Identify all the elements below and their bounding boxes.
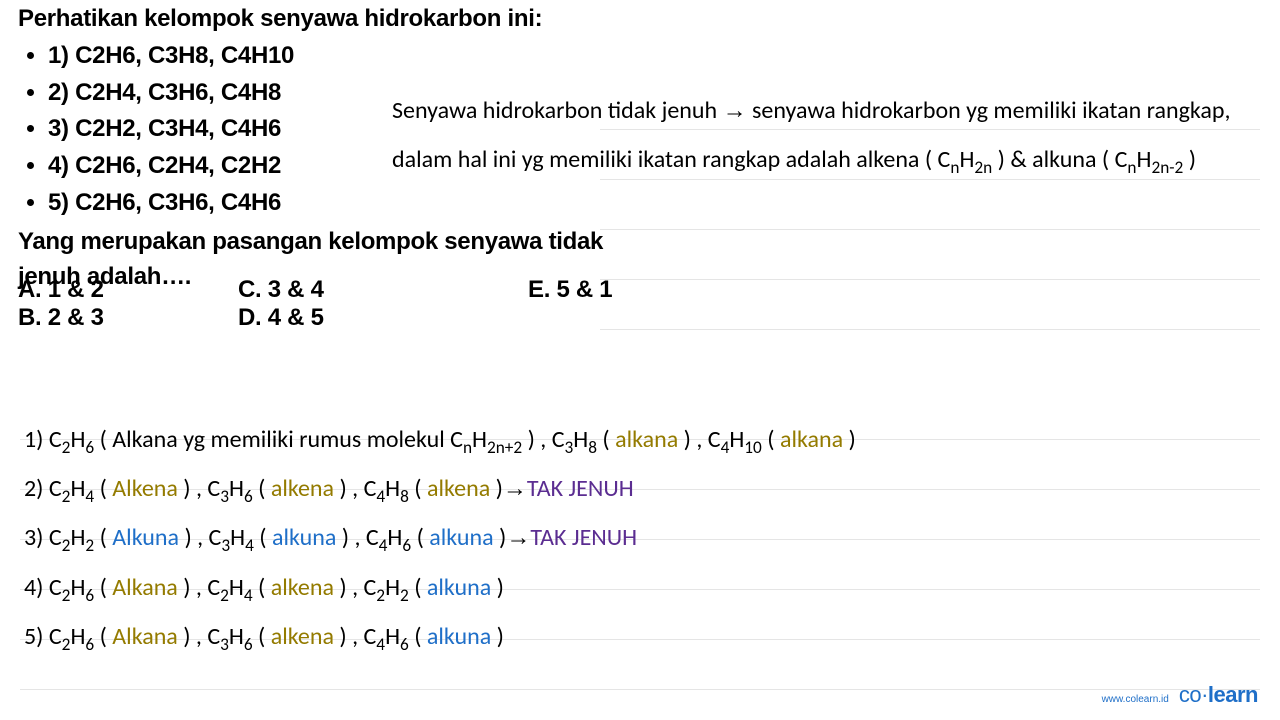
tag-alkuna: alkuna [427, 622, 491, 651]
question-item-1: 1) C2H6, C3H8, C4H10 [48, 39, 648, 74]
page: Perhatikan kelompok senyawa hidrokarbon … [0, 0, 1280, 720]
analysis-line-2: 2) C2H4 ( Alkena ) , C3H6 ( alkena ) , C… [24, 464, 1256, 513]
option-d: D. 4 & 5 [238, 304, 324, 331]
analysis-line-4: 4) C2H6 ( Alkana ) , C2H4 ( alkena ) , C… [24, 563, 1256, 612]
question-intro: Perhatikan kelompok senyawa hidrokarbon … [18, 2, 648, 37]
note-text: ) & alkuna ( C [992, 145, 1127, 174]
tag-alkena: alkena [271, 474, 334, 503]
tag-alkana: alkana [780, 425, 843, 454]
analysis-line-1: 1) C2H6 ( Alkana yg memiliki rumus molek… [24, 415, 1256, 464]
arrow-icon: → [723, 86, 747, 135]
options: A. 1 & 2 B. 2 & 3 C. 3 & 4 D. 4 & 5 E. 5… [18, 276, 918, 332]
arrow-icon: → [506, 513, 530, 562]
tag-alkena: alkena [271, 573, 334, 602]
brand-logo: co·learn [1179, 682, 1258, 708]
note-text: ) [1183, 145, 1196, 174]
tag-alkena: alkena [271, 622, 334, 651]
footer: www.colearn.id co·learn [1102, 682, 1258, 708]
tag-alkuna: alkuna [429, 523, 493, 552]
note-text: H [959, 145, 974, 174]
tag-alkuna: alkuna [427, 573, 491, 602]
note-text: H [1136, 145, 1151, 174]
tag-alkuna: alkuna [272, 523, 336, 552]
tag-takjenuh: TAK JENUH [530, 523, 637, 552]
arrow-icon: → [503, 464, 527, 513]
option-a: A. 1 & 2 [18, 276, 104, 303]
tag-alkena: alkena [427, 474, 490, 503]
question-item-5: 5) C2H6, C3H6, C4H6 [48, 186, 648, 221]
sub: 2n-2 [1151, 157, 1183, 178]
option-b: B. 2 & 3 [18, 304, 104, 331]
note-text: Senyawa hidrokarbon tidak jenuh [392, 96, 723, 125]
tag-alkana: Alkana [112, 622, 178, 651]
analysis-line-3: 3) C2H2 ( Alkuna ) , C3H4 ( alkuna ) , C… [24, 513, 1256, 562]
tag-alkuna: Alkuna [112, 523, 179, 552]
footer-url: www.colearn.id [1102, 694, 1169, 705]
tag-alkena: Alkena [112, 474, 178, 503]
option-c: C. 3 & 4 [238, 276, 324, 303]
explanation-note: Senyawa hidrokarbon tidak jenuh → senyaw… [392, 86, 1258, 184]
sub: 2n [974, 157, 992, 178]
analysis-line-5: 5) C2H6 ( Alkana ) , C3H6 ( alkena ) , C… [24, 612, 1256, 661]
tag-alkana: Alkana [112, 573, 178, 602]
tag-alkana: alkana [615, 425, 678, 454]
tag-takjenuh: TAK JENUH [527, 474, 634, 503]
analysis-block: 1) C2H6 ( Alkana yg memiliki rumus molek… [24, 415, 1256, 661]
option-e: E. 5 & 1 [528, 276, 612, 303]
